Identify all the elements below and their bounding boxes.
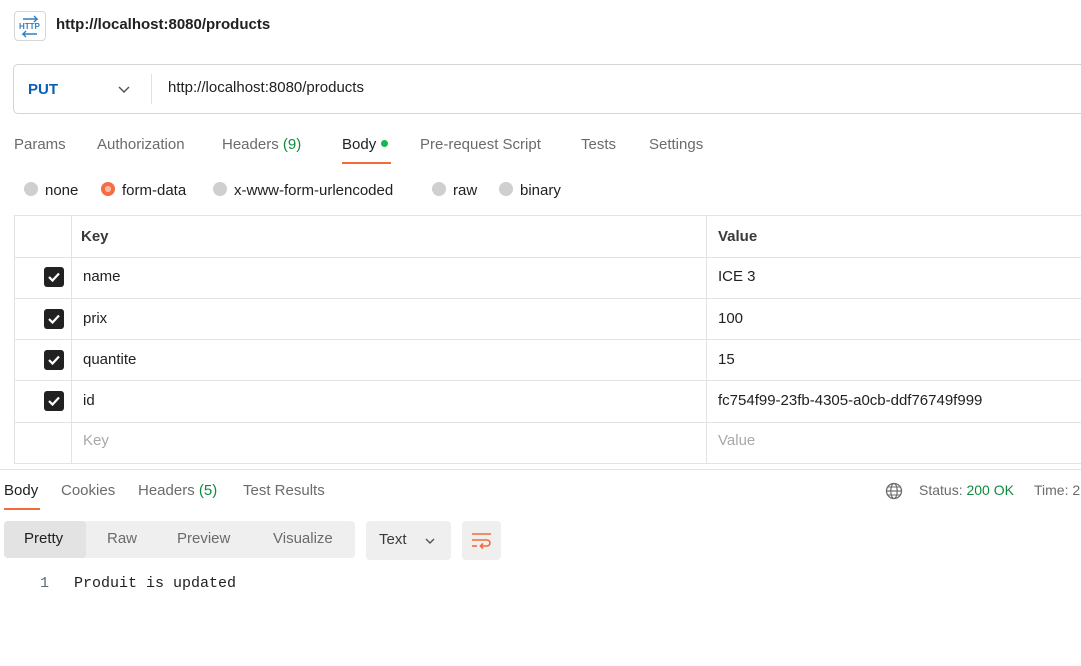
tab-headers-label: Headers	[222, 136, 279, 153]
url-divider	[151, 74, 152, 104]
value-cell[interactable]: fc754f99-23fb-4305-a0cb-ddf76749f999	[718, 392, 982, 409]
key-cell[interactable]: id	[83, 392, 95, 409]
row-divider	[14, 422, 1081, 423]
key-cell[interactable]: prix	[83, 310, 107, 327]
globe-icon[interactable]	[885, 482, 903, 505]
svg-text:HTTP: HTTP	[19, 22, 41, 31]
new-value-input[interactable]: Value	[718, 432, 755, 449]
radio-raw-label[interactable]: raw	[453, 182, 477, 199]
format-select-label[interactable]: Text	[379, 531, 407, 548]
tab-tests[interactable]: Tests	[581, 136, 616, 153]
tab-authorization[interactable]: Authorization	[97, 136, 185, 153]
chevron-down-icon[interactable]	[424, 534, 436, 552]
tab-body[interactable]: Body	[342, 136, 389, 153]
tab-headers[interactable]: Headers (9)	[222, 136, 301, 153]
view-visualize-button[interactable]: Visualize	[273, 530, 333, 547]
radio-binary[interactable]	[499, 182, 513, 196]
body-active-dot-icon	[381, 139, 389, 147]
key-cell[interactable]: quantite	[83, 351, 136, 368]
checkmark-icon	[48, 314, 60, 325]
status-value: 200 OK	[966, 482, 1014, 498]
radio-none[interactable]	[24, 182, 38, 196]
row-checkbox[interactable]	[44, 391, 64, 411]
radio-form-data-label[interactable]: form-data	[122, 182, 186, 199]
view-preview-button[interactable]: Preview	[177, 530, 230, 547]
column-header-value: Value	[718, 228, 758, 245]
url-input[interactable]: http://localhost:8080/products	[168, 79, 364, 96]
radio-raw[interactable]	[432, 182, 446, 196]
key-cell[interactable]: name	[83, 268, 121, 285]
response-time[interactable]: Time: 2	[1034, 482, 1080, 498]
radio-urlencoded[interactable]	[213, 182, 227, 196]
response-divider[interactable]	[0, 469, 1081, 470]
row-checkbox[interactable]	[44, 350, 64, 370]
row-divider	[14, 339, 1081, 340]
row-divider	[14, 257, 1081, 258]
value-cell[interactable]: 15	[718, 351, 735, 368]
tab-settings[interactable]: Settings	[649, 136, 703, 153]
row-divider	[14, 298, 1081, 299]
wrap-lines-button[interactable]	[462, 521, 501, 560]
checkmark-icon	[48, 396, 60, 407]
radio-form-data[interactable]	[101, 182, 115, 196]
response-tab-cookies[interactable]: Cookies	[61, 482, 115, 499]
row-divider	[14, 380, 1081, 381]
tab-pre-request-script[interactable]: Pre-request Script	[420, 136, 541, 153]
column-header-key: Key	[81, 228, 109, 245]
radio-binary-label[interactable]: binary	[520, 182, 561, 199]
response-status[interactable]: Status: 200 OK	[919, 482, 1014, 498]
wrap-lines-icon	[472, 533, 491, 550]
checkmark-icon	[48, 272, 60, 283]
line-number: 1	[40, 575, 50, 592]
response-body-text[interactable]: Produit is updated	[74, 575, 236, 592]
value-cell[interactable]: 100	[718, 310, 743, 327]
response-tab-headers-label: Headers	[138, 482, 195, 499]
chevron-down-icon[interactable]	[117, 82, 131, 101]
row-checkbox[interactable]	[44, 267, 64, 287]
http-request-icon: HTTP	[14, 11, 46, 41]
request-title[interactable]: http://localhost:8080/products	[56, 16, 270, 33]
radio-urlencoded-label[interactable]: x-www-form-urlencoded	[234, 182, 393, 199]
tab-body-label: Body	[342, 136, 377, 153]
value-cell[interactable]: ICE 3	[718, 268, 756, 285]
status-label: Status:	[919, 482, 963, 498]
active-response-tab-indicator	[4, 508, 40, 510]
response-tab-test-results[interactable]: Test Results	[243, 482, 325, 499]
tab-params[interactable]: Params	[14, 136, 66, 153]
active-tab-indicator	[342, 162, 391, 164]
response-tab-headers[interactable]: Headers (5)	[138, 482, 217, 499]
response-tab-body[interactable]: Body	[4, 482, 38, 499]
view-pretty-button[interactable]: Pretty	[24, 530, 63, 547]
radio-none-label[interactable]: none	[45, 182, 78, 199]
tab-headers-count: (9)	[282, 136, 302, 153]
response-tab-headers-count: (5)	[198, 482, 218, 499]
new-key-input[interactable]: Key	[83, 432, 109, 449]
checkmark-icon	[48, 355, 60, 366]
row-checkbox[interactable]	[44, 309, 64, 329]
view-raw-button[interactable]: Raw	[107, 530, 137, 547]
method-select[interactable]: PUT	[28, 81, 58, 98]
